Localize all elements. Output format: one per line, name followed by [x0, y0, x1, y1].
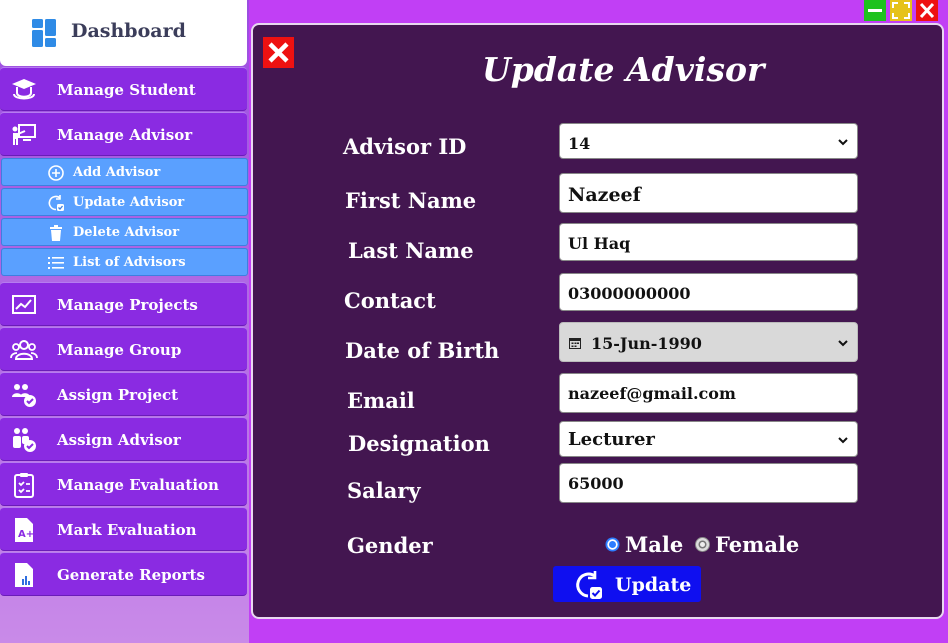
label-salary: Salary: [347, 478, 421, 503]
sidebar-item-label: Manage Evaluation: [57, 476, 219, 494]
email-field[interactable]: nazeef@gmail.com: [559, 373, 858, 413]
maximize-icon[interactable]: [890, 0, 912, 21]
dashboard-title: Dashboard: [71, 20, 186, 42]
label-gender: Gender: [347, 533, 433, 558]
sidebar-subitem-list-of-advisors[interactable]: List of Advisors: [1, 248, 248, 276]
sidebar-item-label: Manage Projects: [57, 296, 198, 314]
sidebar-item-label: Manage Student: [57, 81, 196, 99]
update-advisor-panel: [251, 23, 944, 619]
contact-value: 03000000000: [568, 284, 691, 303]
chevron-down-icon: [838, 139, 848, 146]
sidebar-item-assign-project[interactable]: Assign Project: [0, 372, 247, 416]
sidebar-item-assign-advisor[interactable]: Assign Advisor: [0, 417, 247, 461]
update-button-label: Update: [615, 574, 692, 596]
sidebar-item-generate-reports[interactable]: Generate Reports: [0, 552, 247, 596]
sidebar: Dashboard Manage Student Manage Advisor …: [0, 0, 249, 643]
refresh-check-icon: [576, 571, 602, 599]
clipboard-check-icon: [14, 473, 34, 498]
gender-male-label: Male: [625, 532, 684, 557]
sidebar-subitem-label: List of Advisors: [73, 255, 186, 270]
sidebar-subitem-label: Update Advisor: [73, 195, 185, 210]
designation-value: Lecturer: [568, 429, 655, 450]
chevron-down-icon: [838, 437, 848, 444]
salary-value: 65000: [568, 474, 624, 493]
last-name-field[interactable]: Ul Haq: [559, 223, 858, 261]
dashboard-header[interactable]: Dashboard: [0, 0, 247, 66]
date-of-birth-value: 15-Jun-1990: [591, 334, 702, 353]
sidebar-item-label: Manage Advisor: [57, 126, 193, 144]
sidebar-item-manage-group[interactable]: Manage Group: [0, 327, 247, 371]
report-file-icon: [15, 563, 33, 587]
minimize-icon[interactable]: [864, 0, 886, 21]
assign-users-icon: [12, 384, 36, 407]
label-last-name: Last Name: [348, 238, 474, 263]
contact-field[interactable]: 03000000000: [559, 273, 858, 311]
sidebar-item-manage-student[interactable]: Manage Student: [0, 67, 247, 111]
sidebar-subitem-add-advisor[interactable]: Add Advisor: [1, 158, 248, 186]
sidebar-subitem-delete-advisor[interactable]: Delete Advisor: [1, 218, 248, 246]
list-icon: [48, 257, 64, 269]
chevron-down-icon: [838, 340, 848, 347]
group-icon: [10, 340, 38, 360]
label-advisor-id: Advisor ID: [343, 134, 467, 159]
label-designation: Designation: [348, 431, 490, 456]
sidebar-item-label: Assign Advisor: [57, 431, 181, 449]
gender-radio-male[interactable]: [605, 537, 620, 552]
label-first-name: First Name: [345, 188, 477, 213]
advisor-id-value: 14: [568, 134, 591, 153]
first-name-field[interactable]: Nazeef: [559, 173, 858, 213]
sidebar-item-manage-projects[interactable]: Manage Projects: [0, 282, 247, 326]
gender-female-label: Female: [715, 532, 800, 557]
sidebar-item-label: Generate Reports: [57, 566, 205, 584]
last-name-value: Ul Haq: [568, 234, 631, 253]
label-date-of-birth: Date of Birth: [345, 338, 500, 363]
sidebar-item-mark-evaluation[interactable]: A+ Mark Evaluation: [0, 507, 247, 551]
sidebar-item-label: Manage Group: [57, 341, 182, 359]
first-name-value: Nazeef: [568, 184, 641, 206]
sidebar-subitem-update-advisor[interactable]: Update Advisor: [1, 188, 248, 216]
sidebar-item-label: Mark Evaluation: [57, 521, 197, 539]
assign-advisor-icon: [13, 428, 36, 452]
plus-circle-icon: [48, 165, 64, 181]
sidebar-subitem-label: Add Advisor: [73, 165, 161, 180]
svg-text:A+: A+: [18, 529, 34, 540]
close-icon[interactable]: [263, 37, 294, 68]
page-title: Update Advisor: [482, 50, 765, 89]
teacher-board-icon: [12, 124, 36, 145]
sidebar-item-label: Assign Project: [57, 386, 179, 404]
sidebar-subitem-label: Delete Advisor: [73, 225, 180, 240]
date-of-birth-picker[interactable]: 15-Jun-1990: [559, 322, 858, 362]
advisor-id-select[interactable]: 14: [559, 123, 858, 159]
window-close-icon[interactable]: [916, 0, 938, 21]
email-value: nazeef@gmail.com: [568, 384, 736, 403]
refresh-check-icon: [48, 195, 64, 211]
graduate-icon: [12, 79, 36, 100]
chart-board-icon: [12, 295, 36, 314]
sidebar-item-manage-advisor[interactable]: Manage Advisor: [0, 112, 247, 156]
calendar-icon: [569, 338, 581, 349]
gender-radio-female[interactable]: [695, 537, 710, 552]
trash-icon: [50, 225, 62, 241]
dashboard-icon: [32, 19, 56, 47]
salary-field[interactable]: 65000: [559, 463, 858, 503]
update-button[interactable]: Update: [553, 566, 701, 602]
grade-file-icon: A+: [15, 518, 34, 542]
designation-select[interactable]: Lecturer: [559, 421, 858, 457]
label-email: Email: [347, 388, 415, 413]
sidebar-item-manage-evaluation[interactable]: Manage Evaluation: [0, 462, 247, 506]
label-contact: Contact: [344, 288, 436, 313]
